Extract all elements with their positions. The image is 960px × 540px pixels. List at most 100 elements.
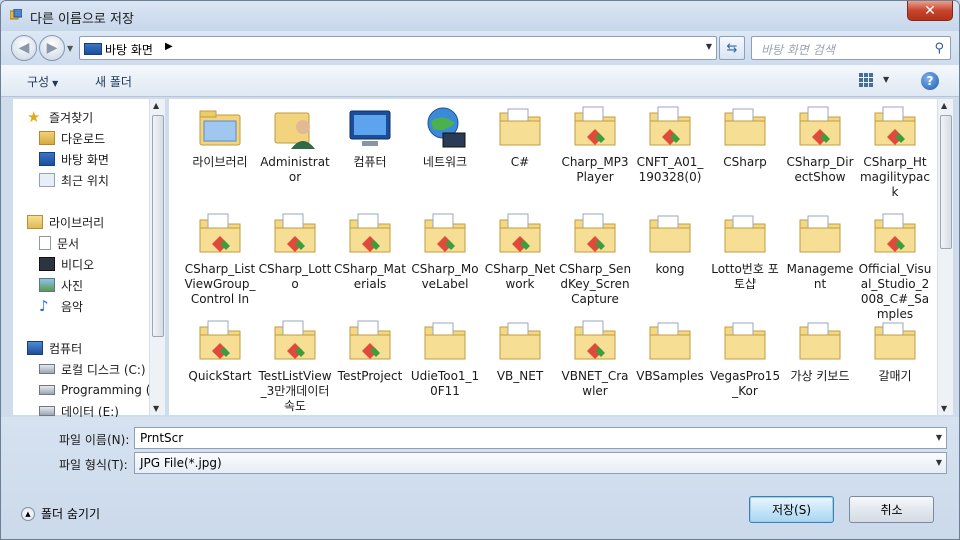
sidebar-item-drive-c[interactable]: 로컬 디스크 (C:) xyxy=(39,359,146,379)
file-item[interactable]: CNFT_A01_190328(0) xyxy=(633,103,707,185)
file-item[interactable]: 갈매기 xyxy=(858,317,932,384)
address-text[interactable]: 바탕 화면 xyxy=(105,41,153,58)
file-item[interactable]: VBNET_Crawler xyxy=(558,317,632,399)
sidebar-item-favorites[interactable]: ★ 즐겨찾기 xyxy=(27,107,93,127)
file-item[interactable]: TestProject xyxy=(333,317,407,384)
scroll-up-icon[interactable]: ▲ xyxy=(153,101,159,110)
sidebar-item-computer[interactable]: 컴퓨터 xyxy=(27,338,82,358)
sidebar-item-documents[interactable]: 문서 xyxy=(39,233,79,253)
new-folder-button[interactable]: 새 폴더 xyxy=(95,73,132,90)
file-item[interactable]: CSharp_Htmagilitypack xyxy=(858,103,932,200)
file-item[interactable]: Official_Visual_Studio_2008_C#_Samples xyxy=(858,210,932,322)
scrollbar-thumb[interactable] xyxy=(152,115,164,337)
sidebar-item-desktop[interactable]: 바탕 화면 xyxy=(39,149,109,169)
chevron-down-icon[interactable]: ▼ xyxy=(936,433,942,442)
scroll-down-icon[interactable]: ▼ xyxy=(941,404,947,413)
file-item[interactable]: CSharp_SendKey_ScrenCapture xyxy=(558,210,632,307)
file-item[interactable]: 컴퓨터 xyxy=(333,103,407,170)
refresh-button[interactable]: ⇆ xyxy=(719,36,745,60)
cancel-button[interactable]: 취소 xyxy=(849,496,934,523)
videos-icon xyxy=(39,257,55,271)
refresh-icon: ⇆ xyxy=(726,40,738,56)
sidebar-item-pictures[interactable]: 사진 xyxy=(39,275,83,295)
sidebar-scrollbar[interactable]: ▲ ▼ xyxy=(149,99,165,415)
search-box[interactable]: 바탕 화면 검색 ⚲ xyxy=(751,36,951,60)
sidebar-item-libraries[interactable]: 라이브러리 xyxy=(27,212,104,232)
file-item[interactable]: CSharp_Materials xyxy=(333,210,407,292)
file-item[interactable]: CSharp_Lotto xyxy=(258,210,332,292)
filename-field[interactable]: PrntScr ▼ xyxy=(134,427,947,449)
file-item-label: VBSamples xyxy=(636,369,704,383)
address-bar[interactable]: 바탕 화면 ▶ ▼ xyxy=(79,36,717,60)
breadcrumb-chevron-icon[interactable]: ▶ xyxy=(165,41,173,52)
folder-icon xyxy=(871,317,919,365)
sidebar-item-music[interactable]: ♪ 음악 xyxy=(39,296,83,316)
computer-icon xyxy=(346,103,394,151)
forward-button[interactable]: ▶ xyxy=(39,35,65,61)
help-icon[interactable]: ? xyxy=(921,72,939,90)
file-item[interactable]: CSharp_Network xyxy=(483,210,557,292)
folder-icon xyxy=(646,210,694,258)
filetype-value[interactable]: JPG File(*.jpg) xyxy=(140,456,222,470)
file-item[interactable]: 가상 키보드 xyxy=(783,317,857,384)
scrollbar-thumb[interactable] xyxy=(940,115,952,249)
file-item[interactable]: VBSamples xyxy=(633,317,707,384)
file-list-scrollbar[interactable]: ▲ ▼ xyxy=(937,99,953,415)
file-item[interactable]: 라이브러리 xyxy=(183,103,257,170)
file-item-label: CSharp_Lotto xyxy=(258,262,332,291)
library-icon xyxy=(196,103,244,151)
documents-icon xyxy=(39,236,51,250)
chevron-down-icon[interactable]: ▼ xyxy=(936,458,942,467)
visual-studio-folder-icon xyxy=(571,210,619,258)
file-item-label: CSharp_Network xyxy=(484,262,556,291)
filetype-select[interactable]: JPG File(*.jpg) ▼ xyxy=(134,452,947,474)
visual-studio-folder-icon xyxy=(346,317,394,365)
recent-places-icon xyxy=(39,173,55,187)
sidebar-item-drive-d[interactable]: Programming (D xyxy=(39,380,160,400)
file-item[interactable]: kong xyxy=(633,210,707,277)
file-item[interactable]: Charp_MP3Player xyxy=(558,103,632,185)
file-item[interactable]: VB_NET xyxy=(483,317,557,384)
recent-pages-dropdown[interactable]: ▼ xyxy=(67,44,73,53)
file-item-label: 갈매기 xyxy=(878,369,912,383)
file-item[interactable]: VegasPro15_Kor xyxy=(708,317,782,399)
file-item-label: VB_NET xyxy=(496,369,544,383)
file-item[interactable]: CSharp xyxy=(708,103,782,170)
file-item[interactable]: Administrator xyxy=(258,103,332,185)
file-item[interactable]: CSharp_ListViewGroup_Control In xyxy=(183,210,257,307)
file-item-label: TestProject xyxy=(337,369,403,383)
save-button[interactable]: 저장(S) xyxy=(749,496,834,523)
file-item[interactable]: CSharp_MoveLabel xyxy=(408,210,482,292)
computer-icon xyxy=(27,341,43,355)
file-item-label: kong xyxy=(655,262,685,276)
scroll-down-icon[interactable]: ▼ xyxy=(153,404,159,413)
back-arrow-icon: ◀ xyxy=(18,40,30,56)
save-form: 파일 이름(N): PrntScr ▼ 파일 형식(T): JPG File(*… xyxy=(1,417,959,539)
file-item[interactable]: 네트워크 xyxy=(408,103,482,170)
search-icon[interactable]: ⚲ xyxy=(934,41,944,56)
folder-icon xyxy=(796,210,844,258)
desktop-icon xyxy=(84,43,102,55)
file-item[interactable]: UdieToo1_10F11 xyxy=(408,317,482,399)
filename-value[interactable]: PrntScr xyxy=(140,431,183,445)
file-item[interactable]: Lotto번호 포토샵 xyxy=(708,210,782,292)
file-item-label: 가상 키보드 xyxy=(790,369,850,383)
change-view-icon[interactable] xyxy=(859,73,875,87)
hide-folders-toggle[interactable]: ▲ 폴더 숨기기 xyxy=(21,505,100,522)
close-button[interactable]: ✕ xyxy=(907,1,953,21)
file-item[interactable]: CSharp_DirectShow xyxy=(783,103,857,185)
drive-icon xyxy=(39,385,55,395)
view-options-dropdown[interactable]: ▼ xyxy=(883,75,889,84)
sidebar-item-videos[interactable]: 비디오 xyxy=(39,254,94,274)
address-dropdown-icon[interactable]: ▼ xyxy=(706,42,712,51)
organize-menu[interactable]: 구성 ▼ xyxy=(27,73,58,90)
back-button[interactable]: ◀ xyxy=(11,35,37,61)
search-input[interactable]: 바탕 화면 검색 xyxy=(761,41,835,58)
file-item[interactable]: QuickStart xyxy=(183,317,257,384)
sidebar-item-recent[interactable]: 최근 위치 xyxy=(39,170,109,190)
file-item[interactable]: Management xyxy=(783,210,857,292)
file-item[interactable]: TestListView_3만개데이터 속도 xyxy=(258,317,332,414)
file-item[interactable]: C# xyxy=(483,103,557,170)
sidebar-item-downloads[interactable]: 다운로드 xyxy=(39,128,105,148)
scroll-up-icon[interactable]: ▲ xyxy=(941,101,947,110)
